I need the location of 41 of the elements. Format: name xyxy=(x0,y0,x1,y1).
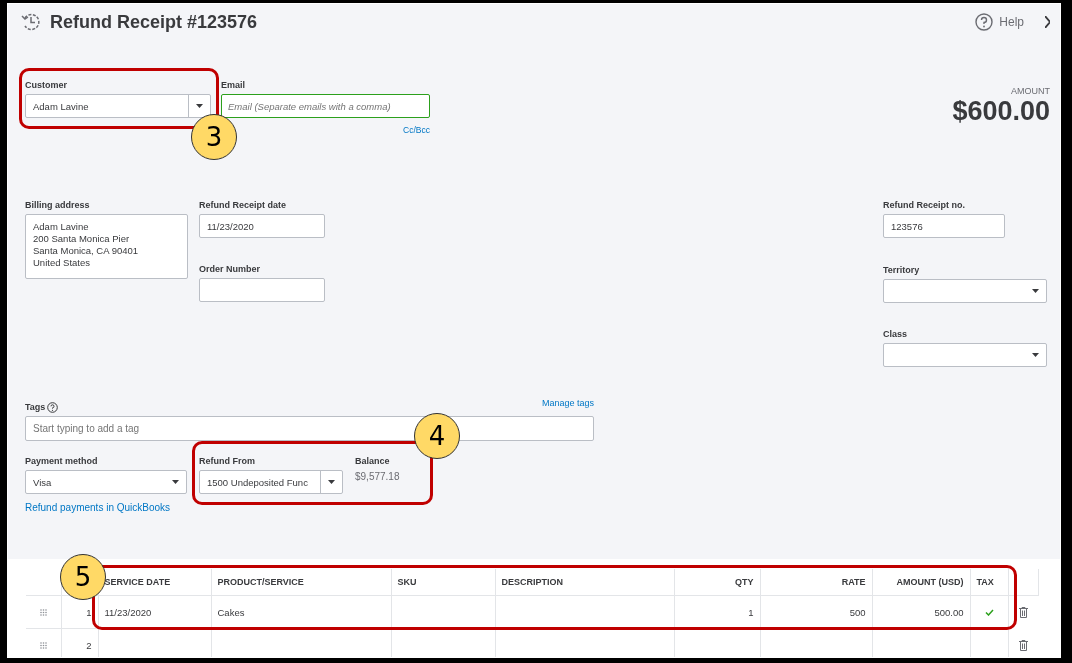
table-cell: 1 xyxy=(748,606,754,618)
payment-method-dropdown[interactable]: Visa xyxy=(25,470,187,494)
column-header: DESCRIPTION xyxy=(495,569,674,596)
row-number: 2 xyxy=(86,639,92,651)
column-header: AMOUNT (USD) xyxy=(872,569,970,596)
table-cell: Cakes xyxy=(217,606,245,618)
field-label: Tags xyxy=(25,401,46,413)
balance-amount: $9,577.18 xyxy=(355,471,400,482)
customer-dropdown[interactable]: Adam Lavine xyxy=(25,94,211,118)
field-label: Order Number xyxy=(199,263,260,275)
amount-label: AMOUNT xyxy=(1011,86,1050,96)
field-label: Payment method xyxy=(25,455,98,467)
date-field[interactable]: 11/23/2020 xyxy=(199,214,325,238)
field-label: Refund From xyxy=(199,455,255,467)
field-label: Customer xyxy=(25,79,67,91)
field-label: Refund Receipt date xyxy=(199,199,286,211)
field-label: Email xyxy=(221,79,245,91)
page-title: Refund Receipt #123576 xyxy=(50,11,258,33)
column-header: PRODUCT/SERVICE xyxy=(211,569,391,596)
manage-tags-link[interactable]: Manage tags xyxy=(541,398,594,408)
billing-address-field[interactable]: Adam Lavine 200 Santa Monica Pier Santa Monica, CA 90401 United States xyxy=(25,214,188,279)
field-label: Class xyxy=(883,328,908,340)
refund-from-dropdown[interactable]: 1500 Undeposited Func xyxy=(199,470,343,494)
help-button[interactable]: Help xyxy=(975,13,1024,31)
row-number: 1 xyxy=(86,606,92,618)
column-header: RATE xyxy=(760,569,872,596)
receipt-number-field[interactable]: 123576 xyxy=(883,214,1005,238)
field-label: Billing address xyxy=(25,199,90,211)
email-field[interactable]: Email (Separate emails with a comma) xyxy=(221,94,430,118)
refund-payments-link[interactable]: Refund payments in QuickBooks xyxy=(25,502,187,513)
column-header: SKU xyxy=(391,569,495,596)
table-cell: 11/23/2020 xyxy=(104,606,152,618)
column-header: TAX xyxy=(970,569,1008,596)
field-label: Territory xyxy=(883,264,920,276)
amount-total: $600.00 xyxy=(952,96,1050,126)
table-cell: 500 xyxy=(849,606,866,618)
field-label: Balance xyxy=(355,455,390,467)
field-label: Refund Receipt no. xyxy=(883,199,965,211)
table-cell: 500.00 xyxy=(934,606,964,618)
column-header: QTY xyxy=(674,569,760,596)
cc-bcc-link[interactable]: Cc/Bcc xyxy=(403,125,430,135)
